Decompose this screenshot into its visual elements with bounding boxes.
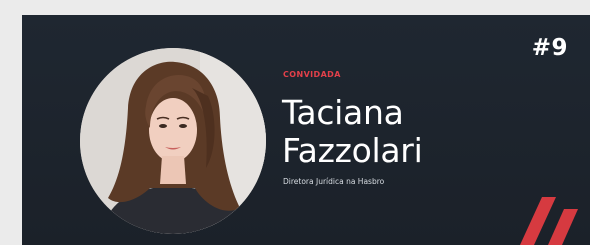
guest-role: Diretora Jurídica na Hasbro: [283, 177, 385, 186]
guest-first-name: Taciana: [282, 93, 404, 132]
brand-slash-logo-icon: [520, 197, 578, 245]
guest-eyebrow-label: CONVIDADA: [283, 70, 341, 79]
guest-last-name: Fazzolari: [282, 131, 423, 170]
episode-number: #9: [531, 35, 568, 61]
guest-card: CONVIDADA Taciana Fazzolari Diretora Jur…: [22, 15, 590, 245]
guest-photo: [80, 48, 266, 234]
video-thumbnail[interactable]: CONVIDADA Taciana Fazzolari Diretora Jur…: [0, 0, 590, 245]
